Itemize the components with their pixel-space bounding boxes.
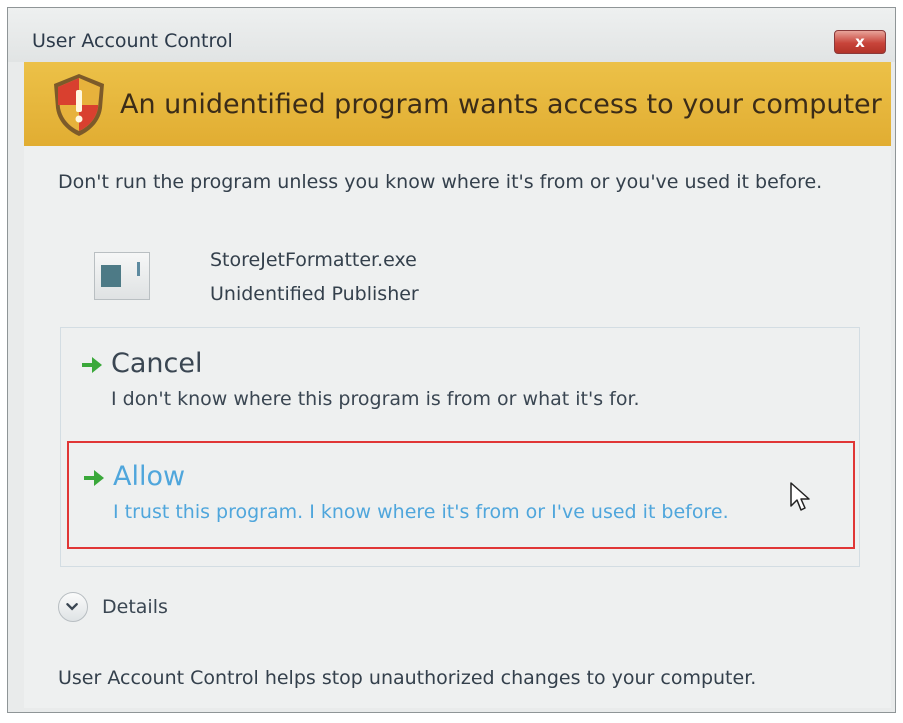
allow-option[interactable]: Allow I trust this program. I know where… bbox=[67, 441, 855, 549]
footer-text: User Account Control helps stop unauthor… bbox=[58, 667, 757, 689]
dialog-content: Don't run the program unless you know wh… bbox=[24, 146, 891, 708]
allow-title: Allow bbox=[113, 461, 186, 492]
close-icon: x bbox=[855, 33, 865, 51]
green-arrow-icon bbox=[84, 470, 104, 486]
cancel-description: I don't know where this program is from … bbox=[111, 388, 640, 410]
warning-text: Don't run the program unless you know wh… bbox=[58, 171, 823, 193]
warning-banner: An unidentified program wants access to … bbox=[24, 62, 891, 146]
chevron-down-icon bbox=[66, 603, 78, 611]
green-arrow-icon bbox=[82, 357, 102, 373]
program-icon bbox=[94, 252, 150, 300]
details-expand-button[interactable] bbox=[58, 592, 88, 622]
allow-description: I trust this program. I know where it's … bbox=[113, 501, 729, 523]
title-bar: User Account Control x bbox=[8, 8, 895, 62]
window-title: User Account Control bbox=[32, 30, 233, 52]
uac-dialog: User Account Control x An unidentified p… bbox=[7, 7, 896, 713]
banner-headline: An unidentified program wants access to … bbox=[120, 89, 882, 120]
close-button[interactable]: x bbox=[834, 30, 886, 54]
options-panel: Cancel I don't know where this program i… bbox=[60, 327, 860, 567]
mouse-pointer-icon bbox=[790, 482, 810, 511]
cancel-option[interactable]: Cancel I don't know where this program i… bbox=[61, 342, 859, 432]
program-publisher: Unidentified Publisher bbox=[210, 283, 419, 305]
details-label[interactable]: Details bbox=[102, 596, 168, 618]
program-name: StoreJetFormatter.exe bbox=[210, 249, 417, 271]
cancel-title: Cancel bbox=[111, 348, 203, 379]
uac-shield-icon bbox=[54, 74, 104, 136]
